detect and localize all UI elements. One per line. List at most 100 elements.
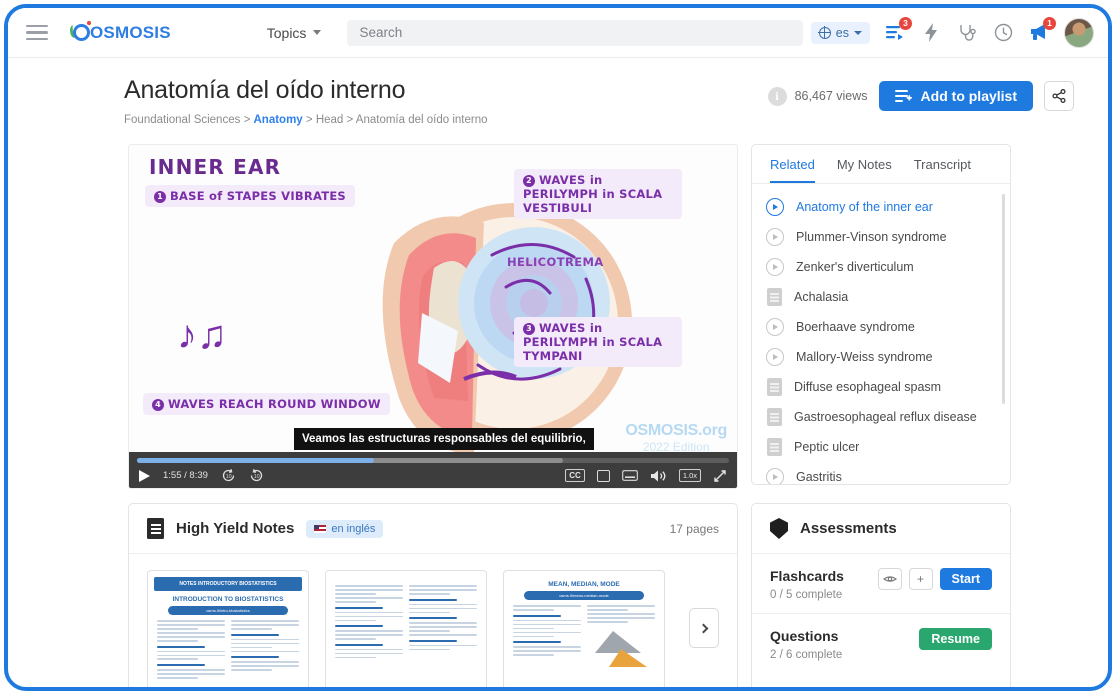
related-tabs: Related My Notes Transcript [752, 145, 1010, 184]
list-item[interactable]: Zenker's diverticulum [752, 252, 1010, 282]
assessment-row-questions: Questions 2 / 6 complete Resume [752, 613, 1010, 673]
topics-dropdown[interactable]: Topics [267, 25, 322, 41]
callout-4: 4 WAVES REACH ROUND WINDOW [143, 393, 390, 415]
bolt-icon[interactable] [920, 22, 942, 44]
list-item[interactable]: Anatomy of the inner ear [752, 192, 1010, 222]
list-item[interactable]: Gastritis [752, 462, 1010, 484]
list-item[interactable]: Achalasia [752, 282, 1010, 312]
playback-speed-button[interactable]: 1.0x [678, 469, 701, 482]
add-to-playlist-label: Add to playlist [920, 88, 1017, 104]
callout-number: 1 [154, 191, 166, 203]
notes-thumbnail[interactable]: MEAN, MEDIAN, MODE osms.it/mean-median-m… [503, 570, 665, 687]
search-input[interactable]: Search [347, 19, 804, 46]
progress-bar[interactable] [137, 458, 729, 463]
list-item[interactable]: Boerhaave syndrome [752, 312, 1010, 342]
breadcrumb-head[interactable]: Head [316, 114, 344, 126]
avatar[interactable] [1064, 17, 1094, 48]
related-scrollbar[interactable] [1002, 194, 1005, 404]
callout-number: 3 [523, 323, 535, 335]
breadcrumb: Foundational Sciences > Anatomy > Head >… [124, 114, 488, 126]
preview-icon[interactable] [877, 568, 902, 590]
list-item-label: Peptic ulcer [794, 440, 860, 454]
notes-thumbnail[interactable]: NOTES INTRODUCTORY BIOSTATISTICS INTRODU… [147, 570, 309, 687]
add-to-playlist-button[interactable]: Add to playlist [878, 81, 1033, 111]
play-circle-icon [766, 228, 784, 246]
play-button[interactable] [139, 469, 150, 482]
list-item[interactable]: Diffuse esophageal spasm [752, 372, 1010, 402]
notes-file-icon [147, 518, 164, 539]
share-icon[interactable] [1044, 81, 1074, 111]
related-column: Related My Notes Transcript Anatomy of t… [751, 144, 1011, 489]
brand-name: OSMOSIS [90, 22, 171, 42]
breadcrumb-root[interactable]: Foundational Sciences [124, 114, 240, 126]
osmosis-logo-icon [69, 20, 92, 44]
next-page-button[interactable] [689, 608, 719, 648]
document-icon [767, 378, 782, 396]
questions-resume-button[interactable]: Resume [919, 628, 992, 650]
callout-text: BASE of STAPES VIBRATES [170, 189, 346, 203]
list-item[interactable]: Gastroesophageal reflux disease [752, 402, 1010, 432]
video-heading: INNER EAR [149, 155, 282, 179]
megaphone-icon[interactable]: 1 [1028, 16, 1056, 44]
assessments-header: Assessments [752, 504, 1010, 554]
stethoscope-icon[interactable] [956, 22, 978, 44]
list-item[interactable]: Plummer-Vinson syndrome [752, 222, 1010, 252]
callout-3: 3 WAVES in PERILYMPH in SCALA TYMPANI [514, 317, 682, 367]
list-item-label: Anatomy of the inner ear [796, 200, 933, 214]
questions-progress: 2 / 6 complete [770, 649, 843, 661]
document-icon [767, 408, 782, 426]
shield-icon [770, 518, 788, 539]
video-column: INNER EAR ♪♫ 1 BASE of STAPES VIBRATES 2… [128, 144, 738, 489]
notes-title: High Yield Notes [176, 520, 295, 537]
callout-1: 1 BASE of STAPES VIBRATES [145, 185, 355, 207]
chevron-down-icon [313, 30, 322, 35]
language-selector[interactable]: es [810, 21, 870, 44]
rewind-10-icon: 10 [222, 469, 235, 482]
thumbnail-chart [587, 627, 655, 667]
tab-related[interactable]: Related [770, 157, 815, 183]
chevron-right-icon [698, 623, 708, 633]
video-subtitle: Veamos las estructuras responsables del … [294, 428, 594, 450]
language-badge-label: en inglés [331, 522, 376, 535]
list-item[interactable]: Mallory-Weiss syndrome [752, 342, 1010, 372]
assessments-panel: Assessments Flashcards 0 / 5 complete + [751, 503, 1011, 687]
playlist-icon[interactable]: 3 [884, 16, 912, 44]
cc-button[interactable]: CC [565, 469, 585, 482]
add-icon[interactable]: + [908, 568, 933, 590]
related-list: Anatomy of the inner ear Plummer-Vinson … [752, 184, 1010, 484]
list-item[interactable]: Peptic ulcer [752, 432, 1010, 462]
thumbnail-heading: INTRODUCTION TO BIOSTATISTICS [172, 596, 284, 603]
play-circle-icon [766, 258, 784, 276]
callout-text: WAVES in PERILYMPH in SCALA TYMPANI [523, 321, 663, 363]
flashcards-start-button[interactable]: Start [939, 568, 992, 590]
osmosis-logo[interactable]: OSMOSIS [69, 20, 171, 44]
tab-transcript[interactable]: Transcript [914, 157, 971, 183]
list-item-label: Achalasia [794, 290, 849, 304]
tab-my-notes[interactable]: My Notes [837, 157, 892, 183]
announce-badge: 1 [1043, 16, 1056, 30]
hamburger-menu-icon[interactable] [26, 24, 48, 41]
list-item-label: Gastritis [796, 470, 842, 484]
picture-in-picture-icon[interactable] [596, 469, 610, 482]
notes-thumbnail[interactable] [325, 570, 487, 687]
video-controls: 1:55 / 8:39 10 10 CC 1.0x [129, 452, 737, 488]
breadcrumb-sep: > [243, 114, 251, 126]
playlist-add-icon [894, 89, 912, 102]
flashcards-label: Flashcards [770, 568, 844, 584]
chevron-down-icon [854, 30, 862, 35]
controls-right: CC 1.0x [565, 469, 727, 483]
svg-text:10: 10 [254, 474, 260, 480]
info-icon[interactable]: i [767, 86, 787, 106]
forward-10-icon: 10 [250, 469, 263, 482]
video-player[interactable]: INNER EAR ♪♫ 1 BASE of STAPES VIBRATES 2… [128, 144, 738, 489]
breadcrumb-link-anatomy[interactable]: Anatomy [253, 114, 302, 126]
music-notes-icon: ♪♫ [177, 313, 227, 357]
thumbnail-pill: osms.it/mean-median-mode [524, 591, 644, 600]
bottom-row: High Yield Notes en inglés 17 pages NOTE… [8, 489, 1108, 687]
us-flag-icon [314, 524, 327, 533]
clock-icon[interactable] [992, 22, 1014, 44]
watermark-line-1: OSMOSIS.org [625, 422, 727, 439]
breadcrumb-sep: > [346, 114, 354, 126]
breadcrumb-sep: > [305, 114, 313, 126]
flashcards-info: Flashcards 0 / 5 complete [770, 568, 844, 601]
